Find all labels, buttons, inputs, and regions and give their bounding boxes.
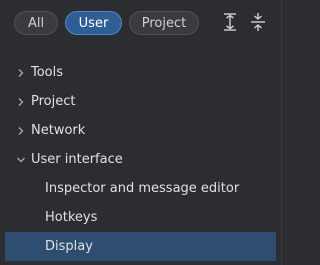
chevron-right-icon[interactable] xyxy=(16,125,26,135)
settings-panel: All User Project Tools Project Network U… xyxy=(0,0,282,265)
tree-item-user-interface[interactable]: User interface xyxy=(0,145,281,174)
tree-item-label: Project xyxy=(31,94,76,109)
collapse-all-icon[interactable] xyxy=(249,12,267,32)
tree-item-hotkeys[interactable]: Hotkeys xyxy=(0,203,281,232)
tree-item-inspector-and-message-editor[interactable]: Inspector and message editor xyxy=(0,174,281,203)
filter-project-button[interactable]: Project xyxy=(129,11,199,35)
tree-item-label: Display xyxy=(45,239,93,254)
filter-all-button[interactable]: All xyxy=(14,11,58,35)
tree-item-label: User interface xyxy=(31,152,123,167)
tree-item-tools[interactable]: Tools xyxy=(0,58,281,87)
tree-item-display[interactable]: Display xyxy=(5,232,276,261)
chevron-down-icon[interactable] xyxy=(16,154,26,164)
tree-item-network[interactable]: Network xyxy=(0,116,281,145)
tree-item-label: Inspector and message editor xyxy=(45,181,240,196)
settings-tree: Tools Project Network User interface Ins… xyxy=(0,58,281,261)
tree-item-project[interactable]: Project xyxy=(0,87,281,116)
chevron-right-icon[interactable] xyxy=(16,96,26,106)
filter-user-button[interactable]: User xyxy=(65,11,122,35)
tree-item-label: Hotkeys xyxy=(45,210,98,225)
expand-all-icon[interactable] xyxy=(221,12,239,32)
tree-item-label: Tools xyxy=(31,65,64,80)
tree-item-label: Network xyxy=(31,123,86,138)
chevron-right-icon[interactable] xyxy=(16,67,26,77)
scope-filter-bar: All User Project xyxy=(14,10,206,36)
